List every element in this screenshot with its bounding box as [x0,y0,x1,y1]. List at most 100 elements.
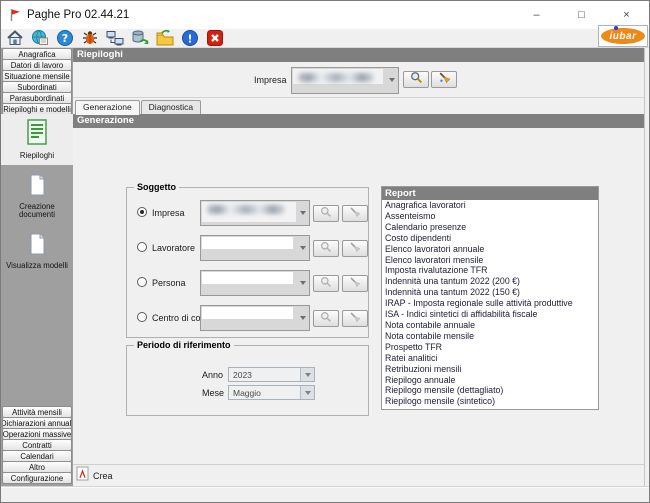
report-item[interactable]: Imposta rivalutazione TFR [382,265,598,276]
clear-button[interactable] [342,240,368,257]
report-item[interactable]: Assenteismo [382,211,598,222]
exit-icon[interactable] [206,29,224,47]
search-button[interactable] [313,275,339,292]
lavoratore-combobox[interactable] [200,235,310,261]
report-item[interactable]: Indennità una tantum 2022 (200 €) [382,276,598,287]
sidebar-item-label: Creazione documenti [1,203,73,220]
centro-di-costo-radio[interactable] [137,312,147,322]
report-item[interactable]: Anagrafica lavoratori [382,200,598,211]
search-button[interactable] [313,310,339,327]
window-title: Paghe Pro 02.44.21 [27,9,129,21]
impresa-soggetto-combobox[interactable] [200,200,310,226]
report-item[interactable]: ISA - Indici sintetici di affidabilità f… [382,309,598,320]
clear-button[interactable] [431,71,457,88]
tab-generazione[interactable]: Generazione [75,100,140,115]
home-icon[interactable] [6,29,24,47]
title-bar: Paghe Pro 02.44.21 – □ × [1,1,649,29]
report-item[interactable]: Riepilogo annuale [382,375,598,386]
report-item[interactable]: Nota contabile mensile [382,331,598,342]
mese-combobox[interactable]: Maggio [228,385,315,400]
impresa-radio[interactable] [137,207,147,217]
persona-radio[interactable] [137,277,147,287]
clear-icon [349,205,361,223]
clear-icon [438,71,451,89]
lavoratore-radio-label: Lavoratore [152,243,195,253]
anno-combobox[interactable]: 2023 [228,367,315,382]
chevron-down-icon [300,386,314,399]
info-icon[interactable]: ! [181,29,199,47]
iubar-logo: iubar [598,25,648,47]
report-item[interactable]: Retribuzioni mensili [382,364,598,375]
periodo-title: Periodo di riferimento [134,340,234,350]
database-sync-icon[interactable] [131,29,149,47]
centro-di-costo-combobox[interactable] [200,305,310,331]
debug-bug-icon[interactable] [81,29,99,47]
network-icon[interactable] [106,29,124,47]
open-folder-icon[interactable] [156,29,174,47]
sidebar-bottom-group: Attività mensiliDichiarazioni annualiOpe… [1,406,73,486]
pdf-icon [76,466,89,486]
persona-radio-label: Persona [152,278,186,288]
report-item[interactable]: Elenco lavoratori mensile [382,255,598,266]
content-header: Generazione [73,114,644,128]
report-item[interactable]: IRAP - Imposta regionale sulle attività … [382,298,598,309]
sidebar-item[interactable]: Configurazione [2,472,72,484]
soggetto-row-centro-di-costo: Centro di costo [127,305,368,332]
sidebar-item-visualizza-modelli[interactable]: Visualizza modelli [1,228,73,275]
search-button[interactable] [403,71,429,88]
soggetto-row-impresa: Impresa [127,200,368,227]
clear-button[interactable] [342,310,368,327]
app-flag-icon [9,8,21,22]
report-item[interactable]: Riepilogo mensile (dettagliato) [382,385,598,396]
impresa-combobox[interactable] [291,67,399,94]
chevron-down-icon [300,211,306,215]
lavoratore-radio[interactable] [137,242,147,252]
globe-news-icon[interactable] [31,29,49,47]
svg-text:!: ! [187,33,192,46]
report-item[interactable]: Costo dipendenti [382,233,598,244]
report-document-icon [26,119,48,150]
mese-label: Mese [202,388,224,398]
sidebar-item-label: Riepiloghi [19,152,55,161]
report-list-header: Report [382,187,598,200]
report-item[interactable]: Calendario presenze [382,222,598,233]
clear-button[interactable] [342,205,368,222]
crea-button[interactable]: Crea [93,471,113,481]
minimize-button[interactable]: – [514,1,559,29]
document-icon [28,174,46,201]
generazione-content: Soggetto Impresa [73,128,644,464]
logo-text: iubar [610,31,637,42]
clear-icon [349,240,361,258]
sidebar-top-group: AnagraficaDatori di lavoroSituazione men… [1,48,73,114]
create-bar: Crea [73,464,644,486]
chevron-down-icon [389,78,395,82]
persona-combobox[interactable] [200,270,310,296]
search-button[interactable] [313,240,339,257]
impresa-radio-label: Impresa [152,208,185,218]
redacted-value [202,202,296,222]
help-icon[interactable]: ? [56,29,74,47]
section-header: Riepiloghi [73,48,644,62]
sidebar-item-creazione-documenti[interactable]: Creazione documenti [1,169,73,224]
search-icon [320,205,332,223]
tab-diagnostica[interactable]: Diagnostica [141,100,201,114]
report-item[interactable]: Riepilogo mensile (sintetico) [382,396,598,407]
clear-icon [349,310,361,328]
sidebar-item-label: Visualizza modelli [5,262,69,271]
report-item[interactable]: Nota contabile annuale [382,320,598,331]
document-icon [28,233,46,260]
report-item[interactable]: Elenco lavoratori annuale [382,244,598,255]
report-item[interactable]: Prospetto TFR [382,342,598,353]
search-icon [320,310,332,328]
clear-button[interactable] [342,275,368,292]
app-window: Paghe Pro 02.44.21 – □ × ? ! [0,0,650,503]
report-item[interactable]: Indennità una tantum 2022 (150 €) [382,287,598,298]
report-item[interactable]: Ratei analitici [382,353,598,364]
chevron-down-icon [300,368,314,381]
search-button[interactable] [313,205,339,222]
anno-label: Anno [202,370,223,380]
chevron-down-icon [300,281,306,285]
status-bar [1,486,649,502]
soggetto-row-persona: Persona [127,270,368,297]
sidebar-item-riepiloghi[interactable]: Riepiloghi [1,114,73,165]
